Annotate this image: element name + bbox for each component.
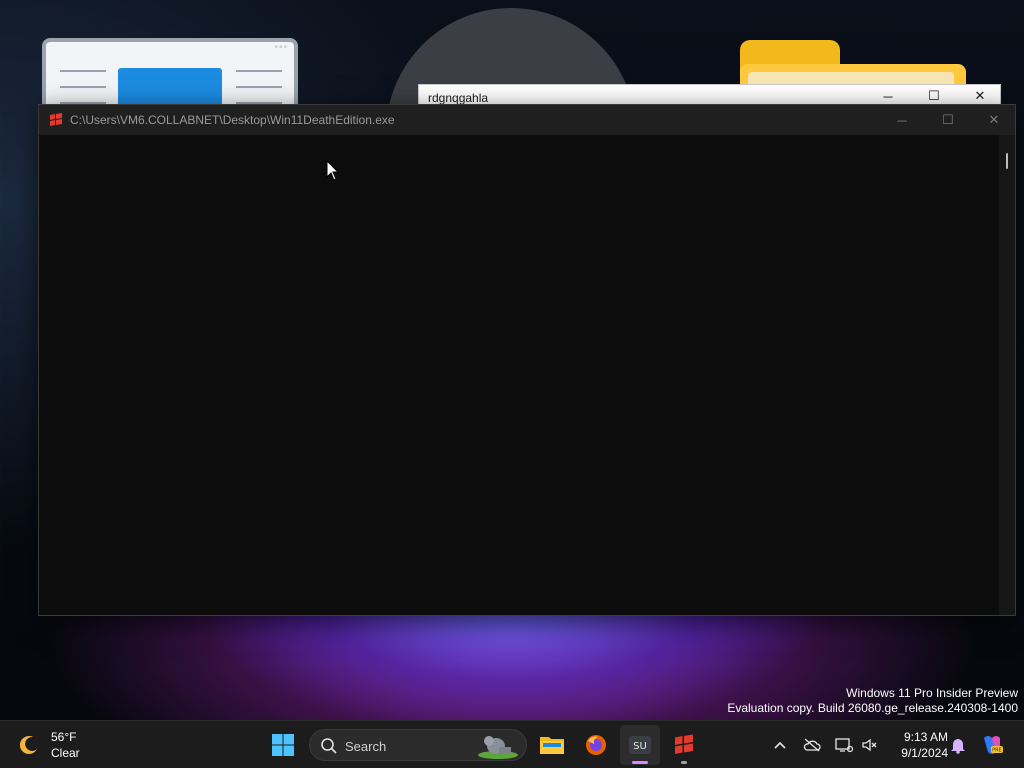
console-minimize-button[interactable]: ─ xyxy=(879,105,925,135)
console-titlebar[interactable]: C:\Users\VM6.COLLABNET\Desktop\Win11Deat… xyxy=(39,105,1015,135)
volume-muted-icon xyxy=(862,738,877,752)
cloud-offline-icon xyxy=(803,738,821,752)
clock-time: 9:13 AM xyxy=(903,730,948,744)
taskbar-su-app[interactable]: SU xyxy=(620,725,660,765)
taskbar: 56°F Clear Search SU 9:13 AM 9/1/2024 PR… xyxy=(0,720,1024,768)
background-window-title: rdgnqgahla xyxy=(428,91,489,105)
console-window-title: C:\Users\VM6.COLLABNET\Desktop\Win11Deat… xyxy=(70,113,395,127)
console-maximize-button[interactable]: ☐ xyxy=(925,105,971,135)
taskbar-file-explorer[interactable] xyxy=(532,725,572,765)
console-scrollbar[interactable] xyxy=(999,135,1015,615)
tray-network[interactable] xyxy=(830,729,858,761)
moon-icon xyxy=(19,736,37,755)
show-hidden-icons-button[interactable] xyxy=(766,729,794,761)
network-icon xyxy=(835,738,853,753)
notification-bell-icon xyxy=(951,739,965,754)
evaluation-watermark: Windows 11 Pro Insider Preview Evaluatio… xyxy=(727,686,1018,716)
taskbar-search-box[interactable]: Search xyxy=(309,729,527,761)
search-highlight-gorilla-icon xyxy=(478,736,518,759)
search-label: Search xyxy=(345,739,387,754)
chevron-up-icon xyxy=(774,741,786,749)
folder-icon xyxy=(540,737,564,754)
console-window[interactable]: C:\Users\VM6.COLLABNET\Desktop\Win11Deat… xyxy=(38,104,1016,616)
tray-clock[interactable]: 9:13 AM 9/1/2024 xyxy=(884,729,948,761)
svg-text:PRE: PRE xyxy=(992,748,1002,754)
search-icon xyxy=(321,738,337,754)
taskbar-firefox[interactable] xyxy=(576,725,616,765)
watermark-line-1: Windows 11 Pro Insider Preview xyxy=(846,686,1018,700)
red-flag-icon xyxy=(50,113,62,126)
background-minimize-button[interactable]: ─ xyxy=(865,87,911,105)
start-button[interactable] xyxy=(263,725,303,765)
tray-cloud-offline[interactable] xyxy=(798,729,826,761)
console-output-area[interactable] xyxy=(39,135,1001,615)
tray-volume[interactable] xyxy=(856,729,884,761)
copilot-icon: PRE xyxy=(984,736,1003,754)
weather-temperature: 56°F xyxy=(51,730,77,744)
clock-date: 9/1/2024 xyxy=(901,746,948,760)
taskbar-win11deathedition[interactable] xyxy=(664,725,704,765)
background-window[interactable]: rdgnqgahla ─ ☐ ✕ xyxy=(418,84,1001,106)
desktop: ••• rdgnqgahla ─ ☐ ✕ C:\Users\VM6.COLLAB… xyxy=(0,0,1024,768)
weather-condition: Clear xyxy=(51,746,80,760)
mouse-cursor-icon xyxy=(326,160,340,181)
background-maximize-button[interactable]: ☐ xyxy=(911,87,957,105)
windows-logo-icon xyxy=(272,734,294,756)
red-flag-icon xyxy=(675,734,693,754)
console-close-button[interactable]: ✕ xyxy=(971,105,1017,135)
copilot-button[interactable]: PRE xyxy=(978,729,1006,761)
notification-button[interactable] xyxy=(944,729,972,761)
watermark-line-2: Evaluation copy. Build 26080.ge_release.… xyxy=(727,701,1018,715)
console-scroll-thumb[interactable] xyxy=(1006,153,1008,169)
su-icon: SU xyxy=(629,736,651,754)
background-close-button[interactable]: ✕ xyxy=(957,87,1003,105)
firefox-icon xyxy=(586,735,606,755)
weather-widget[interactable]: 56°F Clear xyxy=(14,726,104,764)
svg-text:SU: SU xyxy=(633,741,647,752)
